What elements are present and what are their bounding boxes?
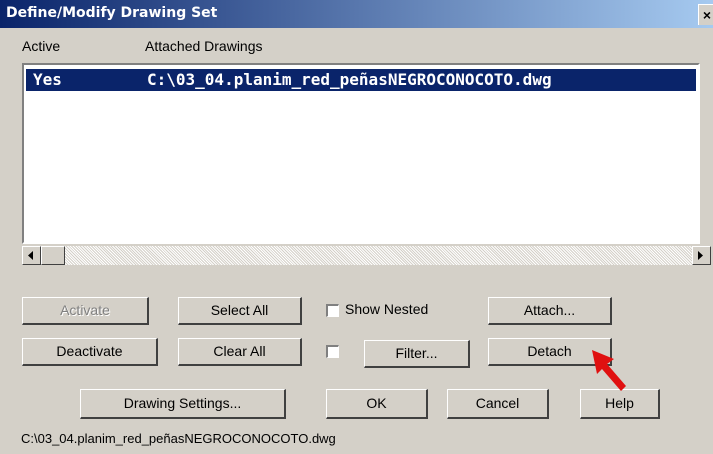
show-nested-label[interactable]: Show Nested — [345, 301, 428, 317]
horizontal-scrollbar[interactable] — [22, 246, 711, 265]
row-drawing-path: C:\03_04.planim_red_peñasNEGROCONOCOTO.d… — [147, 70, 552, 89]
show-nested-checkbox[interactable] — [326, 304, 339, 317]
arrow-right-icon — [698, 251, 703, 260]
scroll-right-button[interactable] — [692, 246, 711, 265]
attach-button[interactable]: Attach... — [488, 297, 612, 325]
filter-button[interactable]: Filter... — [364, 340, 470, 368]
clear-all-label: Clear All — [213, 343, 266, 359]
red-arrow-icon — [592, 350, 626, 391]
drawing-settings-label: Drawing Settings... — [123, 395, 242, 411]
cancel-label: Cancel — [475, 395, 520, 411]
select-all-label: Select All — [210, 302, 269, 318]
scrollbar-thumb[interactable] — [41, 246, 65, 265]
status-bar-path: C:\03_04.planim_red_peñasNEGROCONOCOTO.d… — [21, 431, 336, 446]
activate-button[interactable]: Activate — [22, 297, 149, 325]
table-row[interactable]: Yes C:\03_04.planim_red_peñasNEGROCONOCO… — [26, 69, 696, 91]
drawing-list[interactable]: Yes C:\03_04.planim_red_peñasNEGROCONOCO… — [22, 63, 700, 244]
filter-label: Filter... — [395, 345, 438, 361]
ok-label: OK — [366, 395, 387, 411]
select-all-button[interactable]: Select All — [178, 297, 302, 325]
drawing-settings-button[interactable]: Drawing Settings... — [80, 389, 286, 419]
row-active-value: Yes — [33, 70, 62, 89]
activate-label: Activate — [60, 302, 110, 318]
column-header-attached-drawings[interactable]: Attached Drawings — [145, 38, 263, 54]
window-title: Define/Modify Drawing Set — [6, 5, 218, 21]
arrow-left-icon — [28, 251, 33, 260]
ok-button[interactable]: OK — [326, 389, 428, 419]
scroll-left-button[interactable] — [22, 246, 41, 265]
title-bar[interactable]: Define/Modify Drawing Set × — [0, 0, 713, 28]
cancel-button[interactable]: Cancel — [447, 389, 549, 419]
column-header-active[interactable]: Active — [22, 38, 60, 54]
close-button[interactable]: × — [698, 4, 713, 25]
filter-checkbox[interactable] — [326, 345, 339, 358]
deactivate-label: Deactivate — [56, 343, 123, 359]
attach-label: Attach... — [523, 302, 576, 318]
deactivate-button[interactable]: Deactivate — [22, 338, 158, 366]
clear-all-button[interactable]: Clear All — [178, 338, 302, 366]
